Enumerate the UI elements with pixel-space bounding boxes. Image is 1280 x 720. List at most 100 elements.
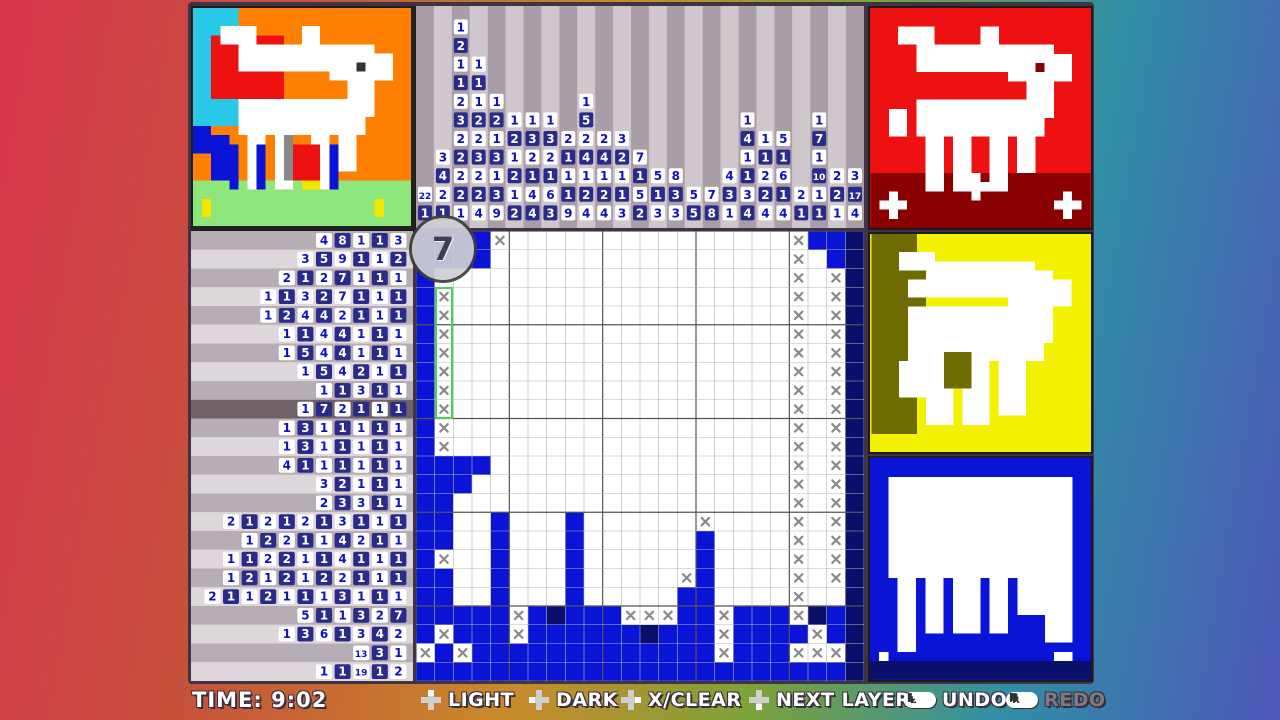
filled-cell[interactable] <box>546 606 566 625</box>
filled-cell[interactable] <box>845 306 864 325</box>
filled-cell[interactable] <box>416 587 435 606</box>
x-mark-icon[interactable] <box>826 287 846 306</box>
filled-cell[interactable] <box>602 662 622 681</box>
filled-cell[interactable] <box>658 662 678 681</box>
filled-cell[interactable] <box>434 606 454 625</box>
filled-cell[interactable] <box>565 531 584 550</box>
filled-cell[interactable] <box>752 624 771 644</box>
filled-cell[interactable] <box>845 531 864 550</box>
filled-cell[interactable] <box>845 512 864 531</box>
filled-cell[interactable] <box>565 512 584 531</box>
filled-cell[interactable] <box>714 662 734 681</box>
filled-cell[interactable] <box>416 531 435 550</box>
filled-cell[interactable] <box>472 624 491 644</box>
filled-cell[interactable] <box>845 549 864 569</box>
filled-cell[interactable] <box>528 643 547 663</box>
filled-cell[interactable] <box>584 624 603 644</box>
filled-cell[interactable] <box>472 606 491 625</box>
filled-cell[interactable] <box>733 643 752 663</box>
filled-cell[interactable] <box>640 662 659 681</box>
filled-cell[interactable] <box>490 587 510 606</box>
filled-cell[interactable] <box>509 662 528 681</box>
x-mark-icon[interactable] <box>434 549 454 569</box>
filled-cell[interactable] <box>677 662 696 681</box>
x-mark-icon[interactable] <box>789 474 808 494</box>
filled-cell[interactable] <box>696 568 715 588</box>
filled-cell[interactable] <box>696 643 715 663</box>
filled-cell[interactable] <box>752 643 771 663</box>
x-mark-icon[interactable] <box>714 643 734 663</box>
x-mark-icon[interactable] <box>714 624 734 644</box>
filled-cell[interactable] <box>565 606 584 625</box>
filled-cell[interactable] <box>770 643 790 663</box>
x-mark-icon[interactable] <box>789 456 808 475</box>
filled-cell[interactable] <box>490 549 510 569</box>
filled-cell[interactable] <box>677 606 696 625</box>
x-mark-icon[interactable] <box>789 493 808 513</box>
x-mark-icon[interactable] <box>826 568 846 588</box>
filled-cell[interactable] <box>845 493 864 513</box>
filled-cell[interactable] <box>434 587 454 606</box>
filled-cell[interactable] <box>789 662 808 681</box>
x-mark-icon[interactable] <box>789 399 808 419</box>
filled-cell[interactable] <box>845 287 864 306</box>
x-mark-icon[interactable] <box>434 418 454 438</box>
filled-cell[interactable] <box>434 531 454 550</box>
filled-cell[interactable] <box>416 362 435 381</box>
filled-cell[interactable] <box>416 437 435 456</box>
filled-cell[interactable] <box>416 493 435 513</box>
filled-cell[interactable] <box>416 306 435 325</box>
yellow-layer-preview[interactable] <box>868 232 1093 454</box>
filled-cell[interactable] <box>416 343 435 363</box>
x-mark-icon[interactable] <box>789 249 808 269</box>
filled-cell[interactable] <box>490 643 510 663</box>
x-mark-icon[interactable] <box>621 606 640 625</box>
x-mark-icon[interactable] <box>789 512 808 531</box>
x-mark-icon[interactable] <box>789 343 808 363</box>
filled-cell[interactable] <box>845 662 864 681</box>
filled-cell[interactable] <box>845 249 864 269</box>
filled-cell[interactable] <box>826 606 846 625</box>
x-mark-icon[interactable] <box>490 231 510 250</box>
filled-cell[interactable] <box>845 643 864 663</box>
filled-cell[interactable] <box>490 662 510 681</box>
x-mark-icon[interactable] <box>826 549 846 569</box>
filled-cell[interactable] <box>789 624 808 644</box>
filled-cell[interactable] <box>770 606 790 625</box>
filled-cell[interactable] <box>845 399 864 419</box>
x-mark-icon[interactable] <box>826 399 846 419</box>
filled-cell[interactable] <box>826 624 846 644</box>
filled-cell[interactable] <box>434 512 454 531</box>
x-mark-icon[interactable] <box>434 437 454 456</box>
x-mark-icon[interactable] <box>714 606 734 625</box>
filled-cell[interactable] <box>640 643 659 663</box>
filled-cell[interactable] <box>546 643 566 663</box>
red-layer-preview[interactable] <box>868 6 1093 230</box>
filled-cell[interactable] <box>845 456 864 475</box>
x-mark-icon[interactable] <box>808 643 827 663</box>
filled-cell[interactable] <box>565 587 584 606</box>
filled-cell[interactable] <box>845 362 864 381</box>
filled-cell[interactable] <box>528 624 547 644</box>
x-mark-icon[interactable] <box>416 643 435 663</box>
filled-cell[interactable] <box>546 624 566 644</box>
filled-cell[interactable] <box>565 643 584 663</box>
filled-cell[interactable] <box>453 662 472 681</box>
filled-cell[interactable] <box>752 662 771 681</box>
filled-cell[interactable] <box>733 624 752 644</box>
filled-cell[interactable] <box>733 662 752 681</box>
filled-cell[interactable] <box>565 624 584 644</box>
x-mark-icon[interactable] <box>789 381 808 400</box>
filled-cell[interactable] <box>658 624 678 644</box>
x-mark-icon[interactable] <box>789 606 808 625</box>
x-mark-icon[interactable] <box>808 624 827 644</box>
x-mark-icon[interactable] <box>826 437 846 456</box>
x-mark-icon[interactable] <box>826 306 846 325</box>
filled-cell[interactable] <box>677 643 696 663</box>
filled-cell[interactable] <box>826 662 846 681</box>
x-mark-icon[interactable] <box>789 287 808 306</box>
filled-cell[interactable] <box>416 287 435 306</box>
x-mark-icon[interactable] <box>509 606 528 625</box>
x-mark-icon[interactable] <box>826 531 846 550</box>
x-mark-icon[interactable] <box>509 624 528 644</box>
